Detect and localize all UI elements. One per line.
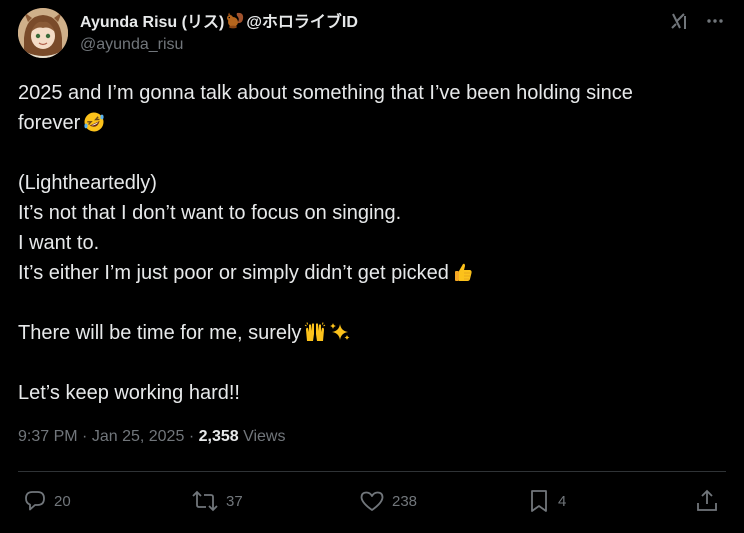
tweet-line: 2025 and I’m gonna talk about something … [18,78,718,108]
repost-count: 37 [226,492,243,510]
author-affiliation[interactable]: @ホロライブID [246,8,358,32]
tweet-line [18,348,718,378]
tweet-actions: 20 37 238 4 [18,485,726,517]
tweet-line-text: Let’s keep working hard!! [18,382,240,404]
views-count: 2,358 [198,428,239,445]
bookmark-count: 4 [558,492,567,510]
tweet-line [18,288,718,318]
tweet-date[interactable]: Jan 25, 2025 [92,428,185,445]
like-count: 238 [392,492,418,510]
divider [18,471,726,472]
tweet-meta: 9:37 PM · Jan 25, 2025 · 2,358 Views [18,428,285,446]
bookmark-icon [531,490,547,512]
avatar[interactable] [18,8,68,58]
like-button[interactable]: 238 [358,485,417,517]
tweet-line: There will be time for me, surely [18,318,718,348]
tweet-line-text: (Lightheartedly) [18,172,157,194]
repost-icon [192,490,218,512]
tweet-header-actions [668,10,726,32]
tweet-line-text: forever [18,112,81,134]
tweet-line-text: There will be time for me, surely [18,322,302,344]
tweet-line-text: It’s either I’m just poor or simply didn… [18,262,449,284]
tweet-text: 2025 and I’m gonna talk about something … [18,78,718,408]
sparkles-emoji [329,321,351,343]
tweet-time[interactable]: 9:37 PM [18,428,78,445]
tweet: Ayunda Risu (リス) @ホロライブID @ayunda_risu 2… [0,0,744,533]
reply-icon [25,491,45,511]
grok-icon[interactable] [668,10,690,32]
tweet-line: I want to. [18,228,718,258]
thumbs-up-emoji [452,261,474,283]
tweet-line: It’s not that I don’t want to focus on s… [18,198,718,228]
tweet-line-text: I want to. [18,232,100,254]
share-button[interactable] [694,485,720,517]
tweet-line [18,138,718,168]
tweet-line-text: It’s not that I don’t want to focus on s… [18,202,402,224]
reply-count: 20 [54,492,71,510]
author-name-row[interactable]: Ayunda Risu (リス) @ホロライブID [80,8,358,32]
tweet-line: It’s either I’m just poor or simply didn… [18,258,718,288]
tweet-line: Let’s keep working hard!! [18,378,718,408]
share-icon [697,489,717,511]
raising-hands-emoji [304,321,326,343]
reply-button[interactable]: 20 [22,485,71,517]
bookmark-button[interactable]: 4 [526,485,566,517]
squirrel-icon [225,11,245,29]
author-name[interactable]: Ayunda Risu (リス) [80,8,224,32]
meta-separator: · [82,428,88,445]
repost-button[interactable]: 37 [190,485,243,517]
meta-separator: · [188,428,195,445]
views-label: Views [243,428,286,445]
tweet-line-text: 2025 and I’m gonna talk about something … [18,82,633,104]
more-icon[interactable] [704,10,726,32]
tweet-line: forever [18,108,718,138]
heart-icon [360,491,384,511]
author-handle[interactable]: @ayunda_risu [80,36,183,54]
tweet-line: (Lightheartedly) [18,168,718,198]
rofl-emoji [83,111,105,133]
